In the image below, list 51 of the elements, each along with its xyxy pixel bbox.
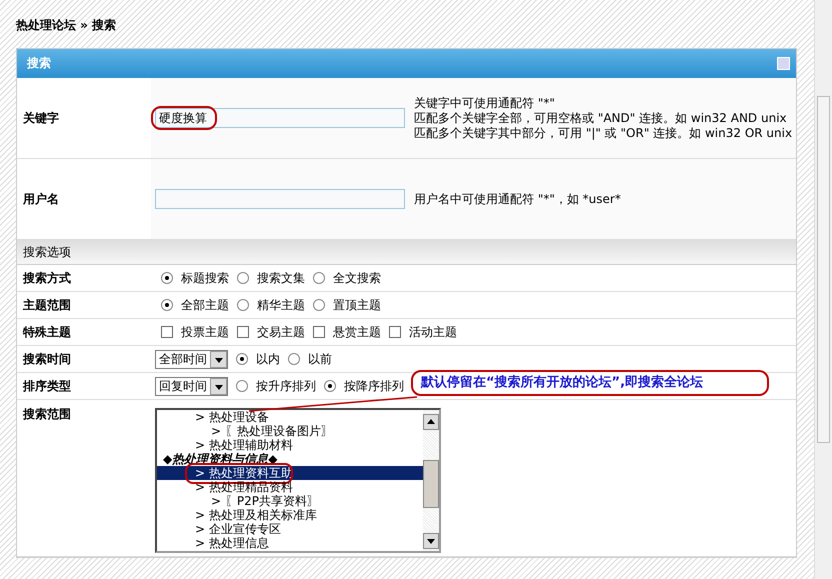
list-item[interactable]: > 热处理信息 xyxy=(157,536,423,550)
option-label[interactable]: 全部主题 xyxy=(181,296,229,314)
list-item[interactable]: > 热处理辅助材料 xyxy=(157,438,423,452)
hint-text: 匹配多个关键字其中部分，可用 "|" 或 "OR" 连接。如 win32 OR unix xyxy=(414,126,792,140)
option-label[interactable]: 以内 xyxy=(256,350,280,368)
option-label[interactable]: 按升序排列 xyxy=(256,378,316,394)
radio-button[interactable] xyxy=(324,380,336,392)
radio-button[interactable] xyxy=(161,272,173,284)
dropdown[interactable]: 回复时间 xyxy=(155,376,228,396)
list-item[interactable]: > 热处理设备 xyxy=(157,410,423,424)
option-label[interactable]: 置顶主题 xyxy=(333,296,381,314)
annotation-callout: 默认停留在“搜索所有开放的论坛”,即搜索全论坛 xyxy=(411,370,769,396)
section-header: 搜索选项 xyxy=(17,240,796,265)
option-label[interactable]: 搜索文集 xyxy=(257,270,305,286)
scroll-up-icon[interactable] xyxy=(423,414,439,430)
list-item[interactable]: > 企业宣传专区 xyxy=(157,522,423,536)
option-label[interactable]: 标题搜索 xyxy=(181,270,229,286)
option-label[interactable]: 交易主题 xyxy=(257,324,305,340)
username-field[interactable] xyxy=(155,189,405,209)
hint-text: 匹配多个关键字全部，可用空格或 "AND" 连接。如 win32 AND unix xyxy=(414,110,788,126)
checkbox[interactable] xyxy=(237,326,249,338)
hint-text: 关键字中可使用通配符 "*" xyxy=(414,96,556,110)
checkbox[interactable] xyxy=(313,326,325,338)
radio-button[interactable] xyxy=(237,299,249,311)
radio-button[interactable] xyxy=(236,380,248,392)
option-label[interactable]: 活动主题 xyxy=(409,324,457,340)
radio-button[interactable] xyxy=(313,272,325,284)
checkbox[interactable] xyxy=(389,326,401,338)
radio-button[interactable] xyxy=(161,299,173,311)
radio-button[interactable] xyxy=(288,353,300,365)
option-label[interactable]: 悬赏主题 xyxy=(333,324,381,340)
option-label[interactable]: 精华主题 xyxy=(257,296,305,314)
scrollbar[interactable] xyxy=(423,410,439,551)
radio-button[interactable] xyxy=(313,299,325,311)
list-item[interactable]: > 〖热处理设备图片〗 xyxy=(157,424,423,438)
scrollbar[interactable] xyxy=(814,0,832,579)
radio-button[interactable] xyxy=(236,353,248,365)
option-label[interactable]: 全文搜索 xyxy=(333,270,381,286)
scroll-down-icon[interactable] xyxy=(423,533,439,549)
dropdown[interactable]: 全部时间 xyxy=(155,350,228,368)
checkbox[interactable] xyxy=(161,326,173,338)
list-item[interactable]: > 热处理精品资料 xyxy=(157,480,423,494)
breadcrumb[interactable]: 热处理论坛 » 搜索 xyxy=(16,17,116,34)
radio-button[interactable] xyxy=(237,272,249,284)
option-label[interactable]: 按降序排列 xyxy=(344,378,404,394)
hint-text: 用户名中可使用通配符 "*"，如 *user* xyxy=(414,192,621,206)
list-item[interactable]: > 〖P2P共享资料〗 xyxy=(157,494,423,508)
panel-title: 搜索 xyxy=(27,55,51,72)
list-item[interactable]: > 热处理及相关标准库 xyxy=(157,508,423,522)
option-label[interactable]: 投票主题 xyxy=(181,324,229,340)
option-label[interactable]: 以前 xyxy=(308,350,332,368)
